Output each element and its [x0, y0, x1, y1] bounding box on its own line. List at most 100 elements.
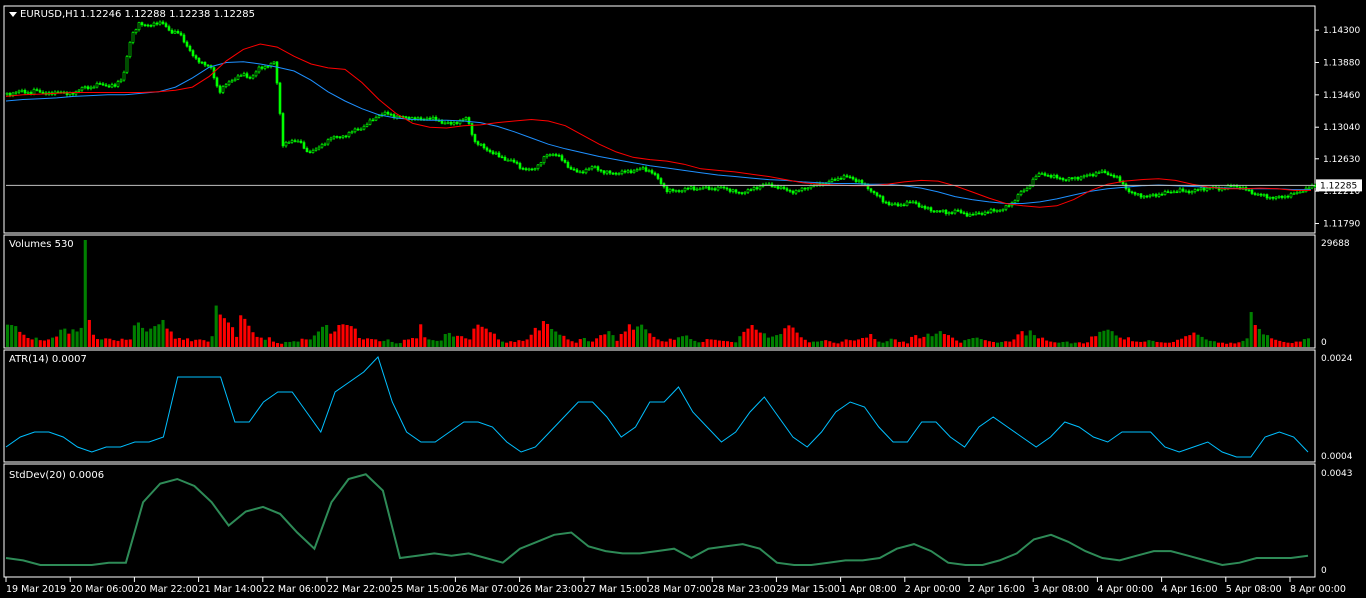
candle-body: [548, 154, 552, 156]
price-panel[interactable]: [3, 5, 1316, 234]
candle-body: [527, 168, 531, 171]
candle-body: [200, 61, 204, 64]
candle-body: [1295, 192, 1299, 194]
volume-bar: [91, 334, 95, 347]
volume-bar: [300, 338, 304, 347]
volume-bar: [447, 332, 451, 347]
candle-body: [908, 201, 912, 204]
volume-bar: [537, 330, 541, 347]
candle-body: [1019, 191, 1023, 195]
candle-body: [671, 188, 675, 192]
volume-bar: [1135, 341, 1139, 347]
volume-bar: [558, 334, 562, 347]
volume-bar: [820, 340, 824, 347]
candle-body: [464, 117, 468, 120]
candle-body: [530, 168, 534, 171]
candle-body: [38, 90, 42, 93]
volume-bar: [881, 342, 885, 347]
volume-bar: [533, 327, 537, 347]
volume-bar: [877, 341, 881, 347]
candle-body: [254, 71, 258, 77]
candle-body: [659, 178, 663, 184]
candle-body: [1160, 193, 1164, 196]
candle-body: [1046, 175, 1050, 177]
volume-bar: [1102, 330, 1106, 347]
candle-body: [485, 147, 489, 151]
candle-body: [893, 203, 897, 206]
candle-body: [1028, 185, 1032, 189]
volume-bar: [6, 324, 10, 347]
candle-body: [359, 128, 363, 131]
candle-body: [845, 175, 849, 178]
volume-bar: [370, 339, 374, 347]
volume-bar: [1053, 342, 1057, 347]
atr-axis-min: 0.0004: [1321, 452, 1353, 462]
atr-title: ATR(14) 0.0007: [9, 354, 87, 365]
candle-body: [1073, 177, 1077, 180]
candle-body: [479, 143, 483, 146]
candle-body: [413, 117, 417, 120]
volume-bar: [464, 338, 468, 347]
candle-body: [89, 86, 93, 89]
symbol-label: EURUSD,H1: [20, 9, 79, 20]
volume-bar: [946, 335, 950, 347]
volume-bar: [460, 336, 464, 347]
volume-bar: [541, 321, 545, 347]
volume-bar: [325, 325, 329, 347]
candle-body: [968, 213, 972, 217]
volume-bar: [918, 338, 922, 347]
candle-body: [1043, 173, 1047, 176]
volume-bar: [226, 322, 230, 347]
time-axis-label: 21 Mar 14:00: [199, 584, 262, 595]
volume-bar: [1196, 334, 1200, 347]
volume-bar: [145, 331, 149, 347]
time-axis-label: 22 Mar 22:00: [327, 584, 390, 595]
volume-bar: [554, 331, 558, 347]
candle-body: [368, 119, 372, 125]
volume-bar: [1110, 331, 1114, 347]
volume-bar: [112, 340, 116, 347]
candle-body: [779, 186, 783, 189]
volume-bar: [861, 337, 865, 347]
candle-body: [890, 203, 894, 206]
volume-bar: [570, 341, 574, 347]
volume-bar: [1253, 325, 1257, 347]
volume-bar: [963, 340, 967, 347]
volume-bar: [26, 337, 30, 347]
volume-bar: [431, 340, 435, 347]
volume-bar: [108, 338, 112, 347]
trading-chart[interactable]: EURUSD,H1 1.12246 1.12288 1.12238 1.1228…: [0, 0, 1366, 598]
time-axis-label: 22 Mar 06:00: [263, 584, 326, 595]
candle-body: [1307, 187, 1311, 190]
candle-body: [839, 178, 843, 180]
candle-body: [953, 209, 957, 214]
volume-bar: [799, 337, 803, 347]
candle-body: [578, 171, 582, 174]
candle-body: [851, 177, 855, 180]
candle-body: [152, 22, 156, 26]
candle-body: [1106, 172, 1110, 175]
volume-bar: [1221, 342, 1225, 347]
atr-panel[interactable]: [3, 349, 1316, 463]
candle-body: [1103, 170, 1107, 174]
volume-bar: [22, 334, 26, 347]
candle-body: [314, 148, 318, 151]
volume-panel[interactable]: [3, 234, 1316, 349]
volume-bar: [308, 339, 312, 347]
time-axis-label: 19 Mar 2019: [6, 584, 66, 595]
volume-bar: [267, 337, 271, 347]
current-price-label: 1.12285: [1320, 181, 1357, 191]
candle-body: [749, 189, 753, 191]
candle-body: [524, 168, 528, 170]
candle-body: [326, 139, 330, 145]
candle-body: [776, 186, 780, 189]
candle-body: [623, 170, 627, 173]
candle-body: [116, 81, 120, 87]
candle-body: [1190, 191, 1194, 194]
candle-body: [476, 141, 480, 145]
volume-bar: [312, 335, 316, 347]
candle-body: [986, 211, 990, 214]
candle-body: [140, 22, 144, 26]
candle-body: [1058, 177, 1062, 180]
volume-bar: [836, 343, 840, 347]
